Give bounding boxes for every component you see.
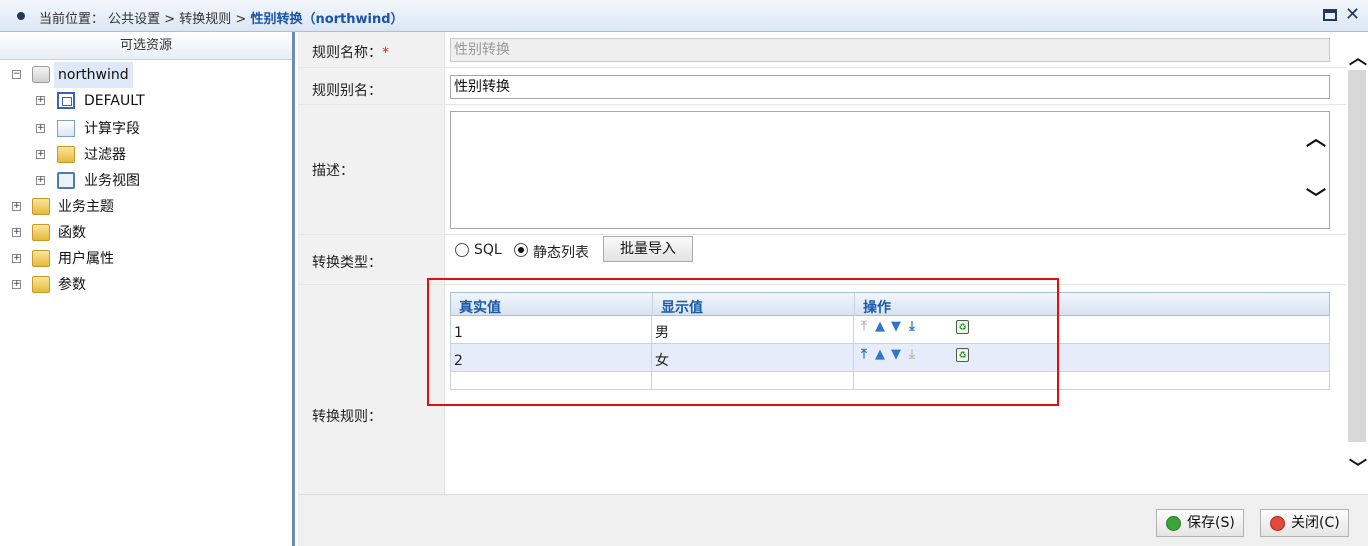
tree-node-label: 业务主题	[58, 199, 114, 215]
alias-field[interactable]: 性别转换	[450, 75, 1330, 99]
resource-panel: 可选资源 − northwind + DEFAULT + 计算字段 + 过滤器 …	[0, 32, 295, 546]
conversion-rules-label: 转换规则：	[312, 409, 382, 425]
expand-icon[interactable]: +	[12, 254, 21, 263]
save-button[interactable]: 保存(S)	[1156, 509, 1244, 537]
tree-node-label: 参数	[58, 277, 86, 293]
tree-node-label: DEFAULT	[84, 93, 145, 109]
user-attr-icon	[32, 250, 50, 267]
tree-node-label: 过滤器	[84, 147, 126, 163]
description-field[interactable]: ︿ ﹀	[450, 111, 1330, 229]
rule-name-label: 规则名称：*	[312, 42, 389, 62]
resource-panel-title: 可选资源	[0, 32, 292, 60]
highlight-box	[427, 278, 1059, 406]
alias-label: 规则别名：	[312, 83, 382, 99]
expand-icon[interactable]: +	[36, 124, 45, 133]
scroll-down-icon[interactable]: ﹀	[1306, 188, 1326, 208]
vertical-scrollbar[interactable]: ︿ ﹀	[1346, 32, 1368, 494]
expand-icon[interactable]: +	[12, 202, 21, 211]
tree-node-topics[interactable]: + 业务主题	[0, 194, 292, 220]
breadcrumb-path: 当前位置： 公共设置 > 转换规则 >	[39, 12, 251, 27]
scrollbar-thumb[interactable]	[1348, 70, 1366, 442]
collapse-icon[interactable]: −	[12, 70, 21, 79]
save-button-label: 保存(S)	[1187, 515, 1235, 531]
radio-sql-label: SQL	[474, 242, 502, 258]
close-icon[interactable]: ✕	[1345, 4, 1360, 26]
close-button[interactable]: 关闭(C)	[1260, 509, 1349, 537]
expand-icon[interactable]: +	[12, 280, 21, 289]
tree-node-label: northwind	[54, 62, 133, 88]
tree-node-functions[interactable]: + 函数	[0, 220, 292, 246]
filter-icon	[57, 146, 75, 163]
required-mark: *	[382, 45, 389, 61]
divider	[298, 234, 1346, 235]
function-icon	[32, 224, 50, 241]
breadcrumb-bar: 当前位置： 公共设置 > 转换规则 > 性别转换（northwind） ✕	[0, 0, 1368, 32]
check-icon	[1166, 516, 1181, 531]
breadcrumb-current: 性别转换（northwind）	[250, 12, 404, 27]
close-circle-icon	[1270, 516, 1285, 531]
tree-node-label: 函数	[58, 225, 86, 241]
conversion-type-label: 转换类型：	[312, 255, 382, 271]
scroll-up-icon[interactable]: ︿	[1306, 128, 1326, 148]
divider	[298, 67, 1346, 68]
scroll-down-icon[interactable]: ﹀	[1349, 460, 1367, 478]
expand-icon[interactable]: +	[12, 228, 21, 237]
description-label: 描述：	[312, 163, 354, 179]
scroll-up-icon[interactable]: ︿	[1349, 50, 1367, 68]
rule-name-field[interactable]: 性别转换	[450, 38, 1330, 62]
rule-name-label-text: 规则名称：	[312, 45, 382, 61]
tree-node-label: 业务视图	[84, 173, 140, 189]
database-icon	[32, 66, 50, 83]
radio-static-list[interactable]	[514, 243, 528, 257]
radio-sql[interactable]	[455, 243, 469, 257]
maximize-icon[interactable]	[1323, 9, 1337, 21]
folder-icon	[32, 198, 50, 215]
divider	[298, 104, 1346, 105]
table-icon	[57, 92, 75, 109]
footer-bar: 保存(S) 关闭(C)	[298, 494, 1368, 546]
tree-node-label: 计算字段	[84, 121, 140, 137]
expand-icon[interactable]: +	[36, 96, 45, 105]
tree-node-default[interactable]: + DEFAULT	[0, 88, 292, 114]
tree-node-params[interactable]: + 参数	[0, 272, 292, 298]
view-icon	[57, 172, 75, 189]
tree-node-label: 用户属性	[58, 251, 114, 267]
expand-icon[interactable]: +	[36, 150, 45, 159]
rule-form: 规则名称：* 性别转换 规则别名： 性别转换 描述： ︿ ﹀ 转换类型： SQL…	[298, 32, 1346, 494]
tree-node-user-attrs[interactable]: + 用户属性	[0, 246, 292, 272]
calc-field-icon	[57, 120, 75, 137]
tree-node-filters[interactable]: + 过滤器	[0, 142, 292, 168]
close-button-label: 关闭(C)	[1291, 515, 1340, 531]
bullet-icon	[17, 12, 25, 20]
tree-node-calc-fields[interactable]: + 计算字段	[0, 116, 292, 142]
tree-node-northwind[interactable]: − northwind	[0, 62, 292, 88]
breadcrumb: 当前位置： 公共设置 > 转换规则 > 性别转换（northwind）	[39, 8, 404, 27]
param-icon	[32, 276, 50, 293]
batch-import-button[interactable]: 批量导入	[603, 236, 693, 262]
tree-node-views[interactable]: + 业务视图	[0, 168, 292, 194]
expand-icon[interactable]: +	[36, 176, 45, 185]
radio-static-list-label: 静态列表	[533, 245, 589, 261]
